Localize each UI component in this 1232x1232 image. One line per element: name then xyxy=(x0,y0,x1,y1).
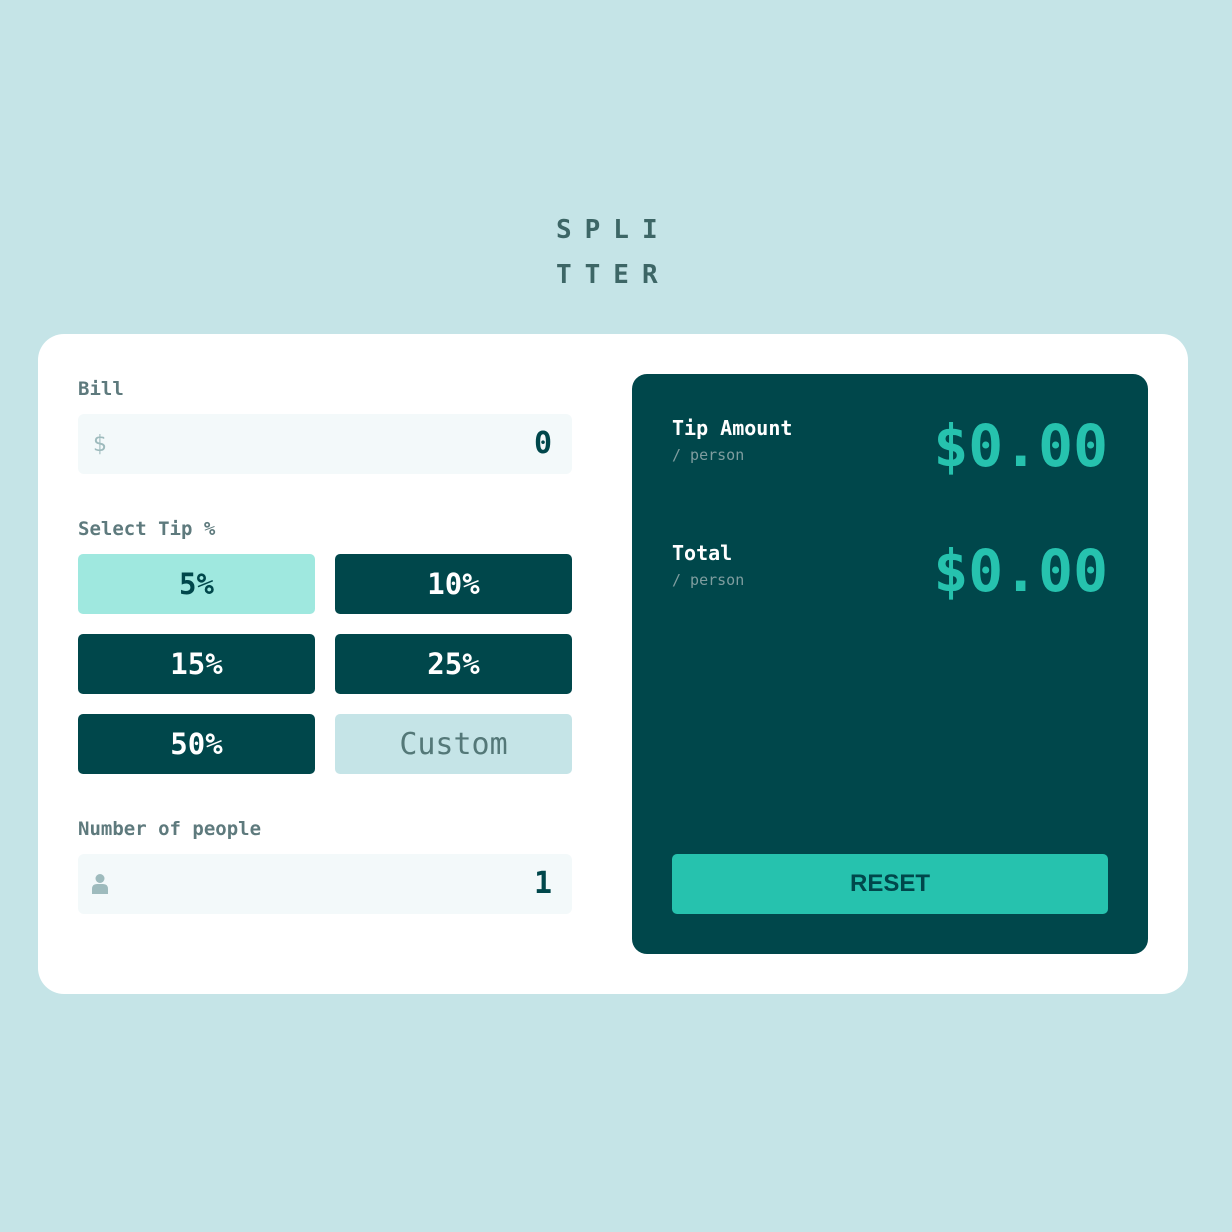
select-tip-label: Select Tip % xyxy=(78,518,216,540)
people-input[interactable]: 1 xyxy=(78,854,572,914)
total-title: Total xyxy=(672,541,733,565)
custom-tip-input[interactable]: Custom xyxy=(335,714,572,774)
tip-button-25[interactable]: 25% xyxy=(335,634,572,694)
dollar-icon: $ xyxy=(93,431,107,457)
reset-button[interactable]: RESET xyxy=(672,854,1108,914)
calculator-card: Bill $ 0 Select Tip % 5% 10% 15% 25% 50%… xyxy=(38,334,1188,994)
people-label: Number of people xyxy=(78,818,262,840)
app-logo: SPLI TTER xyxy=(556,208,686,298)
tip-button-50[interactable]: 50% xyxy=(78,714,315,774)
logo-line-2: TTER xyxy=(556,260,671,290)
total-value: $0.00 xyxy=(933,537,1108,605)
total-sub: / person xyxy=(672,571,745,589)
bill-label: Bill xyxy=(78,378,124,400)
logo-line-1: SPLI xyxy=(556,215,671,245)
bill-input[interactable]: $ 0 xyxy=(78,414,572,474)
person-icon xyxy=(88,854,112,914)
people-value: 1 xyxy=(533,866,552,901)
tip-amount-sub: / person xyxy=(672,446,745,464)
tip-amount-value: $0.00 xyxy=(933,412,1108,480)
results-panel: Tip Amount / person $0.00 Total / person… xyxy=(632,374,1148,954)
bill-value: 0 xyxy=(533,426,552,461)
tip-button-15[interactable]: 15% xyxy=(78,634,315,694)
tip-button-10[interactable]: 10% xyxy=(335,554,572,614)
tip-amount-title: Tip Amount xyxy=(672,416,793,440)
tip-button-5[interactable]: 5% xyxy=(78,554,315,614)
